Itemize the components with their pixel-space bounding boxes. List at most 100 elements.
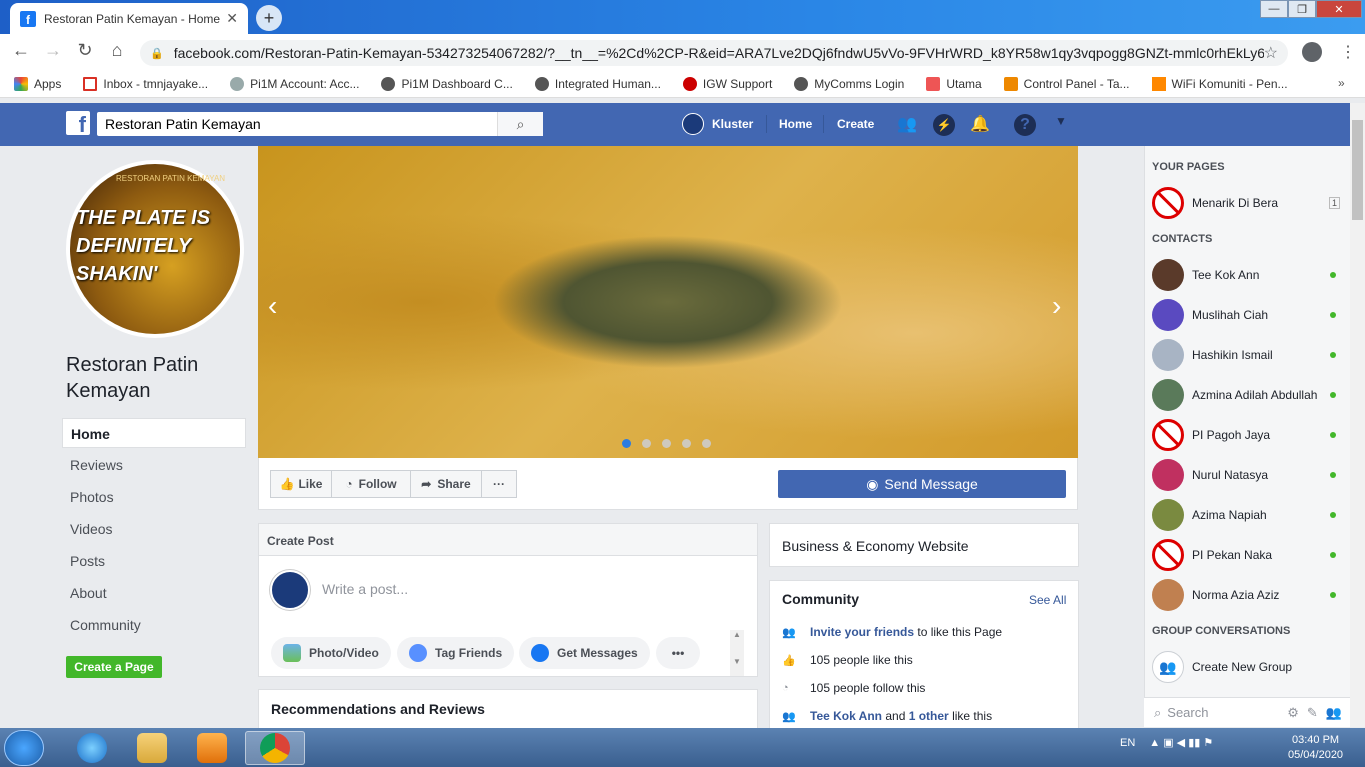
forward-icon[interactable]: → xyxy=(42,40,64,61)
group-icon[interactable]: 👥 xyxy=(1326,705,1342,721)
page-nav-videos[interactable]: Videos xyxy=(62,514,246,544)
sidebar-page-item[interactable]: Menarik Di Bera 1 xyxy=(1152,185,1342,221)
carousel-dot[interactable] xyxy=(622,439,631,448)
search-icon[interactable]: ⌕ xyxy=(497,112,543,136)
chrome-taskbar[interactable] xyxy=(245,731,305,765)
profile-avatar[interactable] xyxy=(682,113,704,135)
profile-link[interactable]: Kluster xyxy=(712,117,753,131)
reload-icon[interactable]: ↻ xyxy=(74,40,96,61)
contact-item[interactable]: Hashikin Ismail xyxy=(1152,337,1342,373)
friend-link[interactable]: Tee Kok Ann xyxy=(810,709,882,723)
write-post-input[interactable]: Write a post... xyxy=(322,581,408,597)
page-nav-reviews[interactable]: Reviews xyxy=(62,450,246,480)
minimize-button[interactable]: — xyxy=(1260,0,1288,18)
bookmark-item[interactable]: Inbox - tmnjayake... xyxy=(83,76,208,91)
page-profile-picture[interactable]: THE PLATE IS DEFINITELY SHAKIN' RESTORAN… xyxy=(66,160,244,338)
messenger-icon[interactable]: ⚡ xyxy=(933,114,955,136)
file-explorer-taskbar[interactable] xyxy=(122,731,182,765)
more-post-options-button[interactable]: ••• xyxy=(656,637,700,669)
cover-photo[interactable] xyxy=(258,146,1078,458)
maximize-button[interactable]: ❐ xyxy=(1288,0,1316,18)
contact-item[interactable]: Nurul Natasya xyxy=(1152,457,1342,493)
see-all-link[interactable]: See All xyxy=(1029,593,1066,607)
carousel-dot[interactable] xyxy=(702,439,711,448)
contact-item[interactable]: Tee Kok Ann xyxy=(1152,257,1342,293)
create-page-button[interactable]: Create a Page xyxy=(66,656,162,678)
new-tab-button[interactable]: + xyxy=(256,5,282,31)
browser-profile-icon[interactable] xyxy=(1302,42,1322,62)
get-messages-button[interactable]: Get Messages xyxy=(519,637,650,669)
bookmark-star-icon[interactable]: ☆ xyxy=(1264,43,1278,63)
close-tab-icon[interactable]: ✕ xyxy=(226,10,238,27)
compose-icon[interactable]: ✎ xyxy=(1307,705,1318,721)
help-icon[interactable]: ? xyxy=(1014,114,1036,136)
cover-prev-icon[interactable]: ‹ xyxy=(268,290,277,322)
facebook-logo-icon[interactable]: f xyxy=(66,111,90,136)
carousel-dot[interactable] xyxy=(662,439,671,448)
tag-friends-button[interactable]: Tag Friends xyxy=(397,637,515,669)
internet-explorer-taskbar[interactable] xyxy=(62,731,122,765)
photo-video-button[interactable]: Photo/Video xyxy=(271,637,391,669)
account-menu-icon[interactable]: ▼ xyxy=(1051,114,1071,134)
settings-icon[interactable]: ⚙ xyxy=(1287,705,1299,721)
system-clock[interactable]: 03:40 PM 05/04/2020 xyxy=(1288,733,1343,763)
chat-search[interactable]: ⌕ Search ⚙ ✎ 👥 xyxy=(1144,697,1350,727)
bookmark-item[interactable]: WiFi Komuniti - Pen... xyxy=(1151,76,1288,91)
language-indicator[interactable]: EN xyxy=(1120,737,1135,749)
close-window-button[interactable]: ✕ xyxy=(1316,0,1362,18)
like-button[interactable]: 👍 Like xyxy=(270,470,332,498)
chat-search-input[interactable]: Search xyxy=(1167,705,1287,720)
carousel-dot[interactable] xyxy=(642,439,651,448)
page-title[interactable]: Restoran Patin Kemayan xyxy=(66,352,246,404)
create-link[interactable]: Create xyxy=(837,117,874,131)
page-nav-posts[interactable]: Posts xyxy=(62,546,246,576)
address-bar[interactable]: 🔒 facebook.com/Restoran-Patin-Kemayan-53… xyxy=(140,40,1288,66)
bookmark-item[interactable]: Utama xyxy=(926,76,982,91)
back-icon[interactable]: ← xyxy=(10,40,32,61)
bookmark-item[interactable]: IGW Support xyxy=(682,76,772,91)
tray-icons[interactable]: ▲ ▣ ◀ ▮▮ ⚑ xyxy=(1149,737,1213,749)
page-nav-home[interactable]: Home xyxy=(62,418,246,448)
page-category[interactable]: Business & Economy Website xyxy=(769,523,1079,567)
contact-avatar xyxy=(1152,299,1184,331)
share-button[interactable]: ➦ Share xyxy=(410,470,482,498)
more-bookmarks-icon[interactable]: » xyxy=(1338,76,1345,90)
page-nav-about[interactable]: About xyxy=(62,578,246,608)
facebook-search[interactable]: ⌕ xyxy=(97,112,543,136)
media-player-taskbar[interactable] xyxy=(182,731,242,765)
contact-item[interactable]: Muslihah Ciah xyxy=(1152,297,1342,333)
facebook-search-input[interactable] xyxy=(105,113,497,135)
scrollbar-thumb[interactable] xyxy=(1352,120,1363,220)
home-icon[interactable]: ⌂ xyxy=(106,40,128,61)
page-nav-community[interactable]: Community xyxy=(62,610,246,640)
bookmark-item[interactable]: Control Panel - Ta... xyxy=(1003,76,1130,91)
home-link[interactable]: Home xyxy=(779,117,812,131)
cover-next-icon[interactable]: › xyxy=(1052,290,1061,322)
contact-item[interactable]: PI Pekan Naka xyxy=(1152,537,1342,573)
carousel-dot[interactable] xyxy=(682,439,691,448)
send-message-button[interactable]: ◉ Send Message xyxy=(778,470,1066,498)
bookmark-item[interactable]: Apps xyxy=(14,76,61,91)
system-tray[interactable]: EN ▲ ▣ ◀ ▮▮ ⚑ xyxy=(1120,736,1213,749)
contact-item[interactable]: Azima Napiah xyxy=(1152,497,1342,533)
other-link[interactable]: 1 other xyxy=(909,709,949,723)
invite-friends-link[interactable]: Invite your friends xyxy=(810,625,914,639)
bookmark-item[interactable]: Integrated Human... xyxy=(534,76,661,91)
bookmark-item[interactable]: Pi1M Dashboard C... xyxy=(381,76,513,91)
contact-item[interactable]: PI Pagoh Jaya xyxy=(1152,417,1342,453)
start-button[interactable] xyxy=(4,730,44,766)
scrollbar[interactable]: ▲ ▼ xyxy=(730,630,744,676)
notifications-icon[interactable]: 🔔 xyxy=(970,114,990,134)
browser-tab[interactable]: f Restoran Patin Kemayan - Home ✕ xyxy=(10,3,248,34)
bookmark-item[interactable]: MyComms Login xyxy=(794,76,904,91)
follow-button[interactable]: ◔ Follow xyxy=(331,470,411,498)
more-actions-button[interactable]: ··· xyxy=(481,470,517,498)
contact-item[interactable]: Azmina Adilah Abdullah xyxy=(1152,377,1342,413)
site-icon xyxy=(682,76,697,91)
bookmark-item[interactable]: Pi1M Account: Acc... xyxy=(230,76,359,91)
browser-menu-icon[interactable]: ⋮ xyxy=(1340,42,1356,62)
contact-item[interactable]: Norma Azia Aziz xyxy=(1152,577,1342,613)
page-nav-photos[interactable]: Photos xyxy=(62,482,246,512)
friend-requests-icon[interactable]: 👥 xyxy=(897,114,917,134)
create-group-item[interactable]: 👥 Create New Group xyxy=(1152,649,1342,685)
